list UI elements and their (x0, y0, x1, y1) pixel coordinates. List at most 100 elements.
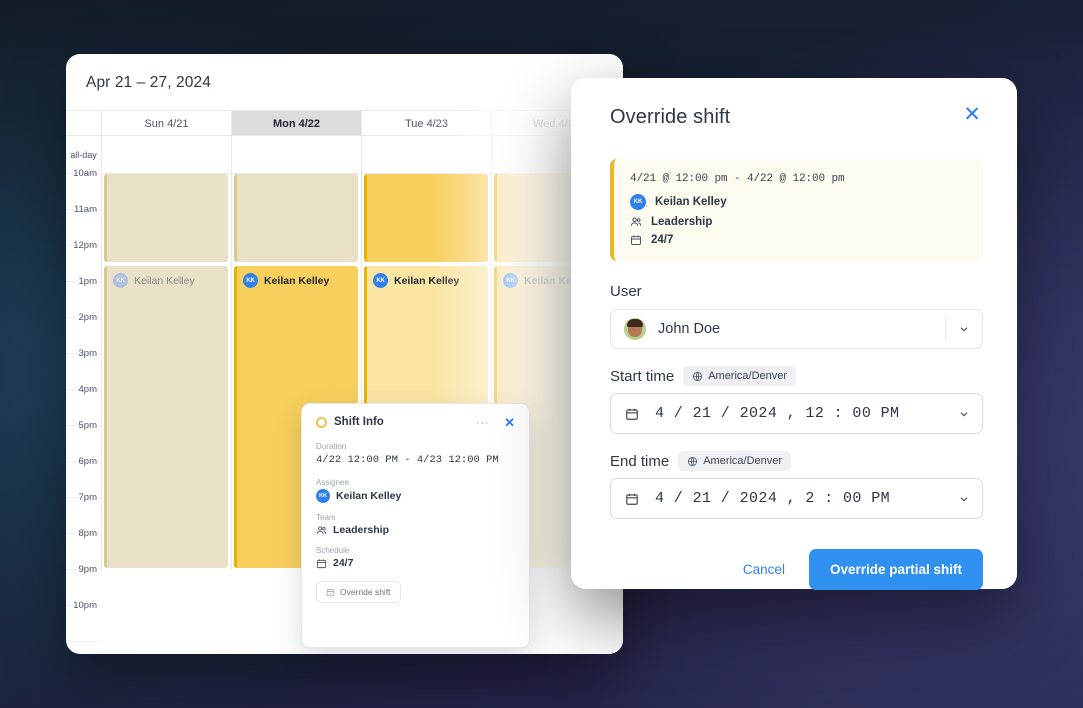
user-field-label: User (610, 283, 642, 300)
start-time-label-row: Start time America/Denver (610, 366, 983, 386)
shift-info-title: Shift Info (334, 416, 384, 428)
chevron-down-icon[interactable] (946, 408, 982, 420)
shift-duration-value: 4/22 12:00 PM - 4/23 12:00 PM (316, 454, 499, 466)
shift-assignee-label: Assignee (316, 478, 349, 487)
time-label: 11am (73, 204, 97, 215)
shift-info-header: Shift Info ··· ✕ (316, 416, 515, 429)
override-partial-shift-button[interactable]: Override partial shift (808, 549, 983, 590)
time-slot: 10pm (66, 600, 101, 642)
shift-team-value: Leadership (333, 524, 390, 536)
modal-actions: Cancel Override partial shift (610, 549, 983, 590)
shift-block-upper[interactable] (104, 174, 228, 262)
calendar-date-range: Apr 21 – 27, 2024 (86, 74, 211, 91)
time-label: 12pm (73, 240, 97, 251)
shift-block-upper[interactable] (234, 174, 358, 262)
avatar-initials-icon: KK (243, 273, 258, 288)
shift-team-field: Team Leadership (316, 513, 515, 536)
status-ring-icon (316, 416, 327, 428)
modal-header: Override shift ✕ (610, 104, 983, 129)
all-day-cell-mon[interactable] (232, 136, 362, 173)
start-time-value[interactable]: 4 / 21 / 2024 , 12 : 00 PM (655, 405, 946, 422)
chevron-down-icon[interactable] (946, 493, 982, 505)
close-icon[interactable]: ✕ (504, 416, 515, 429)
modal-title: Override shift (610, 106, 731, 128)
start-timezone-text: America/Denver (708, 370, 788, 382)
time-label: 2pm (78, 312, 97, 323)
start-timezone-badge: America/Denver (683, 366, 797, 386)
day-header-mon[interactable]: Mon 4/22 (232, 111, 362, 135)
end-time-value[interactable]: 4 / 21 / 2024 , 2 : 00 PM (655, 490, 946, 507)
end-time-label: End time (610, 452, 670, 470)
all-day-cell-sun[interactable] (102, 136, 232, 173)
day-column-sun[interactable]: KK Keilan Kelley (102, 174, 232, 570)
callout-schedule-row: 24/7 (630, 234, 967, 246)
time-label: 3pm (78, 348, 97, 359)
time-label: 6pm (78, 456, 97, 467)
time-label: 5pm (78, 420, 97, 431)
shift-assignee-name: Keilan Kelley (394, 274, 460, 287)
people-icon (630, 216, 642, 228)
shift-duration-label: Duration (316, 442, 347, 451)
day-header-sun[interactable]: Sun 4/21 (102, 111, 232, 135)
calendar-icon (630, 234, 642, 246)
shift-team-label: Team (316, 513, 336, 522)
override-shift-button[interactable]: Override shift (316, 581, 401, 603)
shift-block-label: KK Keilan Kelley (367, 266, 488, 288)
shift-schedule-field: Schedule 24/7 (316, 546, 515, 569)
calendar-icon (316, 558, 327, 569)
avatar-initials-icon: KK (503, 273, 518, 288)
avatar-initials-icon: KK (373, 273, 388, 288)
shift-assignee-value: Keilan Kelley (336, 490, 402, 502)
user-select[interactable]: John Doe (610, 309, 983, 349)
avatar-initials-icon: KK (316, 489, 330, 503)
override-shift-button-label: Override shift (340, 587, 391, 597)
avatar-initials-icon: KK (113, 273, 128, 288)
shift-assignee-name: Keilan Kelley (264, 274, 330, 287)
callout-schedule-name: 24/7 (651, 234, 674, 246)
callout-time-range: 4/21 @ 12:00 pm - 4/22 @ 12:00 pm (630, 173, 845, 185)
end-timezone-text: America/Denver (703, 455, 783, 467)
avatar (624, 318, 646, 340)
shift-block-label: KK Keilan Kelley (237, 266, 358, 288)
shift-schedule-label: Schedule (316, 546, 350, 555)
shift-block[interactable]: KK Keilan Kelley (104, 266, 228, 568)
shift-summary-callout: 4/21 @ 12:00 pm - 4/22 @ 12:00 pm KK Kei… (610, 159, 983, 261)
people-icon (316, 525, 327, 536)
start-time-label: Start time (610, 367, 675, 385)
chevron-down-icon[interactable] (946, 323, 982, 335)
avatar-initials-icon: KK (630, 194, 646, 210)
user-select-value: John Doe (658, 321, 721, 337)
calendar-icon (625, 492, 639, 506)
override-shift-modal: Override shift ✕ 4/21 @ 12:00 pm - 4/22 … (571, 78, 1017, 590)
callout-assignee-row: KK Keilan Kelley (630, 194, 967, 210)
globe-icon (687, 456, 698, 467)
shift-block-upper[interactable] (364, 174, 488, 262)
time-label: 7pm (78, 492, 97, 503)
time-label: 1pm (78, 276, 97, 287)
end-timezone-badge: America/Denver (678, 451, 792, 471)
calendar-day-header-row: Sun 4/21 Mon 4/22 Tue 4/23 Wed 4/24 (66, 110, 623, 136)
shift-info-popup: Shift Info ··· ✕ Duration 4/22 12:00 PM … (301, 403, 530, 648)
calendar-icon (326, 588, 335, 597)
all-day-cell-tue[interactable] (362, 136, 492, 173)
shift-assignee-name: Keilan Kelley (134, 274, 195, 287)
day-header-tue[interactable]: Tue 4/23 (362, 111, 492, 135)
shift-assignee-field: Assignee KK Keilan Kelley (316, 478, 515, 503)
end-time-label-row: End time America/Denver (610, 451, 983, 471)
end-time-input[interactable]: 4 / 21 / 2024 , 2 : 00 PM (610, 478, 983, 519)
calendar-icon (625, 407, 639, 421)
all-day-row: all-day (66, 136, 623, 174)
shift-block-label: KK Keilan Kelley (107, 266, 228, 288)
time-label: 9pm (78, 564, 97, 575)
time-label: 10pm (73, 600, 97, 611)
cancel-button[interactable]: Cancel (729, 552, 799, 587)
callout-assignee-name: Keilan Kelley (655, 196, 727, 208)
time-axis: 10am 11am 12pm 1pm 2pm 3pm 4pm 5pm 6pm 7… (66, 168, 102, 642)
callout-team-row: Leadership (630, 216, 967, 228)
more-options-icon[interactable]: ··· (476, 416, 490, 428)
time-label: 8pm (78, 528, 97, 539)
close-icon[interactable]: ✕ (961, 104, 983, 125)
shift-duration-field: Duration 4/22 12:00 PM - 4/23 12:00 PM (316, 442, 515, 468)
start-time-input[interactable]: 4 / 21 / 2024 , 12 : 00 PM (610, 393, 983, 434)
time-label: 4pm (78, 384, 97, 395)
